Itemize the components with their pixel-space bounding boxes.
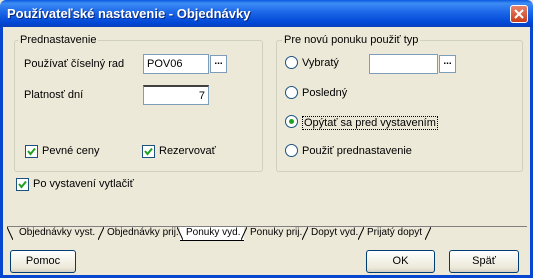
tab-dopyt-vyd[interactable]: Dopyt vyd. — [305, 227, 362, 240]
tab-ponuky-vyd[interactable]: Ponuky vyd. — [180, 227, 245, 241]
dialog-window: Používateľské nastavenie - Objednávky Pr… — [0, 0, 533, 278]
radio-pouzit-prednastavenie-label: Použiť prednastavenie — [302, 145, 412, 157]
platnost-label: Platnosť dní — [24, 89, 84, 101]
tab-strip: Objednávky vyst. Objednávky prij. Ponuky… — [7, 226, 527, 241]
po-vystaveni-checkbox[interactable] — [16, 178, 29, 191]
close-icon — [514, 9, 524, 19]
ok-button[interactable]: OK — [366, 250, 435, 273]
vybraty-field[interactable] — [369, 54, 438, 74]
po-vystaveni-label: Po vystavení vytlačiť — [33, 178, 134, 190]
title-bar[interactable]: Používateľské nastavenie - Objednávky — [0, 0, 533, 27]
ciselny-rad-label: Používať číselný rad — [24, 58, 125, 70]
radio-posledny[interactable] — [285, 86, 298, 99]
checkmark-icon — [144, 147, 153, 156]
checkmark-icon — [27, 147, 36, 156]
close-button[interactable] — [510, 5, 528, 23]
tab-objednavky-vyst[interactable]: Objednávky vyst. — [13, 227, 99, 240]
radio-opytat[interactable] — [285, 115, 298, 128]
radio-posledny-label: Posledný — [302, 87, 348, 99]
window-title: Používateľské nastavenie - Objednávky — [7, 6, 251, 21]
rezervovat-checkbox[interactable] — [142, 145, 155, 158]
prednastavenie-title: Prednastavenie — [18, 34, 99, 46]
radio-pouzit-prednastavenie[interactable] — [285, 144, 298, 157]
help-button[interactable]: Pomoc — [10, 250, 76, 273]
platnost-field[interactable]: 7 — [143, 85, 209, 105]
rezervovat-label: Rezervovať — [159, 145, 216, 157]
tab-ponuky-prij[interactable]: Ponuky prij. — [244, 227, 306, 240]
radio-vybraty-label: Vybratý — [302, 57, 339, 69]
radio-opytat-label: Opýtať sa pred vystavením — [302, 116, 438, 130]
pevne-ceny-label: Pevné ceny — [42, 145, 100, 157]
ponuka-typ-title: Pre novú ponuku použiť typ — [282, 34, 421, 46]
vybraty-browse-button[interactable]: ... — [439, 55, 456, 73]
pevne-ceny-checkbox[interactable] — [25, 145, 38, 158]
tab-objednavky-prij[interactable]: Objednávky prij. — [101, 227, 183, 240]
tab-prijaty-dopyt[interactable]: Prijatý dopyt — [361, 227, 426, 240]
back-button[interactable]: Späť — [449, 250, 519, 273]
checkmark-icon — [18, 180, 27, 189]
ciselny-rad-field[interactable]: POV06 — [143, 54, 209, 74]
ciselny-rad-browse-button[interactable]: ... — [210, 55, 227, 73]
radio-vybraty[interactable] — [285, 56, 298, 69]
